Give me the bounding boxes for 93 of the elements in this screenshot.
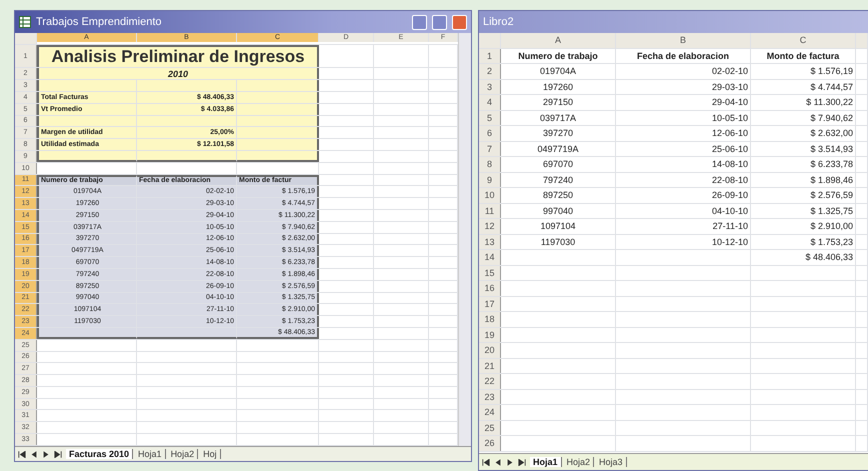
table-cell: $ 1.753,23 xyxy=(751,234,856,249)
row-number[interactable]: 20 xyxy=(479,343,501,358)
table-cell: 14-08-10 xyxy=(616,157,751,172)
first-sheet-icon[interactable] xyxy=(482,458,490,466)
row-number[interactable]: 1 xyxy=(479,48,501,63)
row-number[interactable]: 22 xyxy=(479,374,501,388)
table-cell: 29-03-10 xyxy=(616,80,751,94)
first-sheet-icon[interactable] xyxy=(18,450,26,458)
minimize-button[interactable] xyxy=(412,14,427,30)
row-number[interactable]: 9 xyxy=(479,172,501,187)
last-sheet-icon[interactable] xyxy=(518,458,526,466)
row-number[interactable]: 26 xyxy=(479,436,501,450)
table-cell: Fecha de elaboracion xyxy=(616,48,751,63)
table-cell: Monto de factura xyxy=(751,48,856,63)
row-number[interactable]: 10 xyxy=(479,188,501,202)
table-cell: 897250 xyxy=(501,188,616,202)
table-cell: 697070 xyxy=(501,157,616,172)
table-cell: 997040 xyxy=(501,204,616,218)
table-cell: $ 3.514,93 xyxy=(751,142,856,156)
row-number[interactable]: 6 xyxy=(479,126,501,140)
table-cell: 019704A xyxy=(501,64,616,78)
row-number[interactable]: 15 xyxy=(479,266,501,280)
row-number[interactable]: 25 xyxy=(479,420,501,435)
table-cell: $ 11.300,22 xyxy=(751,95,856,110)
table-cell: 04-10-10 xyxy=(616,204,751,218)
row-number[interactable]: 24 xyxy=(479,405,501,420)
row-number[interactable]: 8 xyxy=(479,157,501,172)
row-number[interactable]: 16 xyxy=(479,281,501,296)
next-sheet-icon[interactable] xyxy=(506,458,514,466)
sheet-tab[interactable]: Hoj xyxy=(200,449,221,459)
table-cell: 10-05-10 xyxy=(616,110,751,125)
column-header[interactable]: C xyxy=(751,33,856,48)
row-number[interactable]: 2 xyxy=(479,64,501,78)
table-cell: 10-12-10 xyxy=(616,234,751,249)
table-cell: 27-11-10 xyxy=(616,219,751,234)
row-number[interactable]: 7 xyxy=(479,142,501,156)
table-cell: $ 48.406,33 xyxy=(751,250,856,264)
row-number[interactable]: 17 xyxy=(479,296,501,311)
row-number[interactable]: 14 xyxy=(479,250,501,264)
maximize-button[interactable] xyxy=(432,14,447,30)
table-cell: $ 2.910,00 xyxy=(751,219,856,234)
table-cell: 2010 xyxy=(37,68,319,80)
spreadsheet-icon xyxy=(19,16,31,28)
table-cell: 297150 xyxy=(501,95,616,110)
table-cell: 29-04-10 xyxy=(616,95,751,110)
table-cell: $ 1.325,75 xyxy=(751,204,856,218)
table-cell: $ 2.632,00 xyxy=(751,126,856,140)
table-cell: $ 1.576,19 xyxy=(751,64,856,78)
window-title: Trabajos Emprendimiento xyxy=(36,16,163,28)
table-cell: 25-06-10 xyxy=(616,142,751,156)
column-header[interactable]: A xyxy=(501,33,616,48)
scrollbar[interactable] xyxy=(458,33,471,446)
table-cell: 397270 xyxy=(501,126,616,140)
row-number[interactable]: 13 xyxy=(479,234,501,249)
table-cell: 1197030 xyxy=(501,234,616,249)
column-header[interactable]: B xyxy=(616,33,751,48)
table-cell: Numero de trabajo xyxy=(501,48,616,63)
table-cell: 1097104 xyxy=(501,219,616,234)
close-button[interactable] xyxy=(452,14,467,30)
previous-sheet-icon[interactable] xyxy=(30,450,38,458)
table-cell: 12-06-10 xyxy=(616,126,751,140)
table-cell: $ 2.576,59 xyxy=(751,188,856,202)
previous-sheet-icon[interactable] xyxy=(494,458,502,466)
window-title: Libro2 xyxy=(483,16,515,28)
row-number[interactable]: 3 xyxy=(479,80,501,94)
table-cell: 039717A xyxy=(501,110,616,125)
table-cell: $ 6.233,78 xyxy=(751,157,856,172)
next-sheet-icon[interactable] xyxy=(42,450,50,458)
table-cell: 797240 xyxy=(501,172,616,187)
table-cell: 197260 xyxy=(501,80,616,94)
row-number[interactable]: 19 xyxy=(479,328,501,342)
sheet-tab[interactable]: Hoja2 xyxy=(564,457,594,467)
row-number[interactable]: 21 xyxy=(479,358,501,373)
table-cell: 26-09-10 xyxy=(616,188,751,202)
sheet-tab[interactable]: Hoja3 xyxy=(596,457,627,467)
row-number[interactable]: 11 xyxy=(479,204,501,218)
last-sheet-icon[interactable] xyxy=(54,450,62,458)
sheet-tab[interactable]: Facturas 2010 xyxy=(66,449,134,459)
row-number[interactable]: 12 xyxy=(479,219,501,234)
sheet-tab[interactable]: Hoja1 xyxy=(135,449,166,459)
table-cell: $ 4.744,57 xyxy=(751,80,856,94)
table-cell: 02-02-10 xyxy=(616,64,751,78)
table-cell: 0497719A xyxy=(501,142,616,156)
sheet-tab[interactable]: Hoja1 xyxy=(530,457,562,467)
row-number[interactable]: 4 xyxy=(479,95,501,110)
table-cell: Analisis Preliminar de Ingresos xyxy=(37,44,319,68)
table-cell: $ 1.898,46 xyxy=(751,172,856,187)
row-number[interactable]: 23 xyxy=(479,390,501,404)
table-cell: 22-08-10 xyxy=(616,172,751,187)
row-number[interactable]: 18 xyxy=(479,312,501,326)
sheet-tab[interactable]: Hoja2 xyxy=(168,449,198,459)
row-number[interactable]: 5 xyxy=(479,110,501,125)
table-cell: $ 7.940,62 xyxy=(751,110,856,125)
